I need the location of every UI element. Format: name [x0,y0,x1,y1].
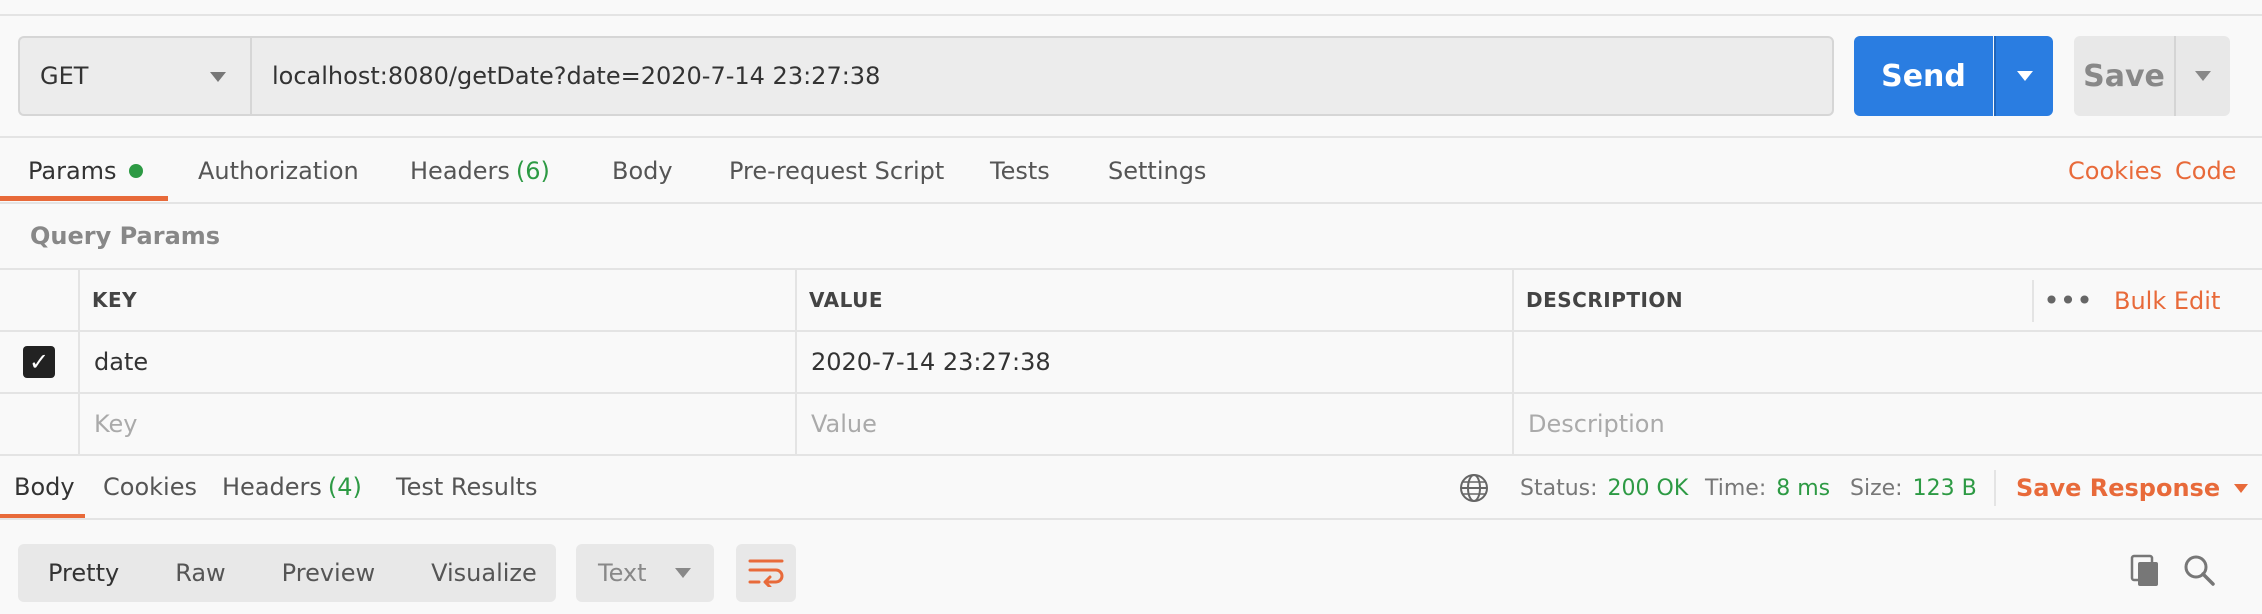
view-mode-segment: Pretty Raw Preview Visualize [18,544,556,602]
send-options-button[interactable] [1994,36,2053,116]
wrap-lines-icon [748,555,784,591]
tab-settings-label: Settings [1108,157,1207,185]
headers-count: (6) [515,157,550,185]
save-options-button[interactable] [2174,36,2230,116]
param-value-text: 2020-7-14 23:27:38 [811,348,1051,376]
more-icon[interactable]: ••• [2043,280,2093,320]
query-params-title: Query Params [30,222,221,250]
time-label: Time: [1705,475,1767,501]
param-description-cell[interactable] [1514,332,2262,394]
tab-body-label: Body [612,157,673,185]
code-link[interactable]: Code [2175,138,2236,204]
save-response-button[interactable]: Save Response [2016,470,2249,506]
url-text: localhost:8080/getDate?date=2020-7-14 23… [272,62,881,90]
chevron-down-icon [210,72,226,82]
tab-headers[interactable]: Headers (6) [410,138,550,204]
save-button[interactable]: Save [2074,36,2174,116]
tab-params[interactable]: Params [28,138,143,204]
copy-icon[interactable] [2128,552,2162,588]
checkbox-column-header [0,270,80,332]
mode-raw[interactable]: Raw [175,559,225,587]
status-separator [1994,470,1996,506]
chevron-down-icon [2016,71,2033,81]
format-label: Text [598,559,647,587]
tab-authorization-label: Authorization [198,157,359,185]
params-active-dot [128,164,143,178]
param-enabled-checkbox[interactable]: ✓ [23,346,55,378]
bulk-edit-label: Bulk Edit [2114,287,2221,315]
search-icon[interactable] [2182,552,2216,588]
value-placeholder: Value [811,410,877,438]
new-key-input[interactable]: Key [80,394,797,456]
tab-settings[interactable]: Settings [1108,138,1206,204]
mode-preview[interactable]: Preview [282,559,375,587]
send-label: Send [1881,58,1966,94]
chevron-down-icon [674,568,691,578]
active-tab-indicator [0,196,168,201]
value-header-label: VALUE [809,288,884,312]
response-tab-body-label: Body [14,473,75,501]
chevron-down-icon [2195,71,2211,81]
response-tab-test-results-label: Test Results [396,473,538,501]
param-key-cell[interactable]: date [80,332,797,394]
size-value: 123 B [1912,475,1977,501]
bulk-edit-link[interactable]: Bulk Edit [2114,280,2220,322]
response-tab-body[interactable]: Body [14,458,75,516]
header-separator [2032,280,2034,322]
tab-params-label: Params [28,157,117,185]
key-placeholder: Key [94,410,138,438]
description-header-label: DESCRIPTION [1526,288,1684,312]
response-headers-count: (4) [327,473,362,501]
response-tab-headers-label: Headers [222,473,322,501]
key-column-header: KEY [80,270,797,332]
method-label: GET [40,62,89,90]
send-button[interactable]: Send [1854,36,1993,116]
tab-tests-label: Tests [990,157,1050,185]
divider [0,202,2262,204]
status-value: 200 OK [1607,475,1689,501]
response-tab-cookies[interactable]: Cookies [103,458,197,516]
cookies-link-label: Cookies [2068,157,2162,185]
response-tab-headers[interactable]: Headers (4) [222,458,362,516]
tab-headers-label: Headers [410,157,510,185]
value-column-header: VALUE [797,270,1514,332]
status-label: Status: [1520,475,1598,501]
new-description-input[interactable]: Description [1514,394,2262,456]
response-tab-cookies-label: Cookies [103,473,197,501]
method-select[interactable]: GET [18,36,250,116]
mode-pretty[interactable]: Pretty [48,559,119,587]
status-readout: Status: 200 OK [1520,470,1688,506]
tab-authorization[interactable]: Authorization [198,138,359,204]
globe-icon[interactable] [1458,472,1490,504]
wrap-lines-button[interactable] [736,544,796,602]
new-value-input[interactable]: Value [797,394,1514,456]
empty-checkbox-cell [0,394,80,456]
mode-visualize[interactable]: Visualize [431,559,537,587]
time-readout: Time: 8 ms [1705,470,1830,506]
divider [0,518,2262,520]
size-label: Size: [1850,475,1903,501]
top-strip [0,0,2262,16]
tab-tests[interactable]: Tests [990,138,1050,204]
table-row-checkbox-cell: ✓ [0,332,80,394]
tab-body[interactable]: Body [612,138,673,204]
save-label: Save [2083,58,2165,94]
url-input[interactable]: localhost:8080/getDate?date=2020-7-14 23… [250,36,1834,116]
chevron-down-icon [2234,483,2249,493]
description-placeholder: Description [1528,410,1665,438]
tab-pre-request-label: Pre-request Script [729,157,945,185]
size-readout: Size: 123 B [1850,470,1977,506]
response-tab-test-results[interactable]: Test Results [396,458,538,516]
time-value: 8 ms [1776,475,1831,501]
code-link-label: Code [2175,157,2237,185]
key-header-label: KEY [92,288,138,312]
format-select[interactable]: Text [576,544,714,602]
param-key-text: date [94,348,149,376]
cookies-link[interactable]: Cookies [2068,138,2162,204]
tab-pre-request-script[interactable]: Pre-request Script [729,138,944,204]
param-value-cell[interactable]: 2020-7-14 23:27:38 [797,332,1514,394]
save-response-label: Save Response [2016,474,2221,502]
